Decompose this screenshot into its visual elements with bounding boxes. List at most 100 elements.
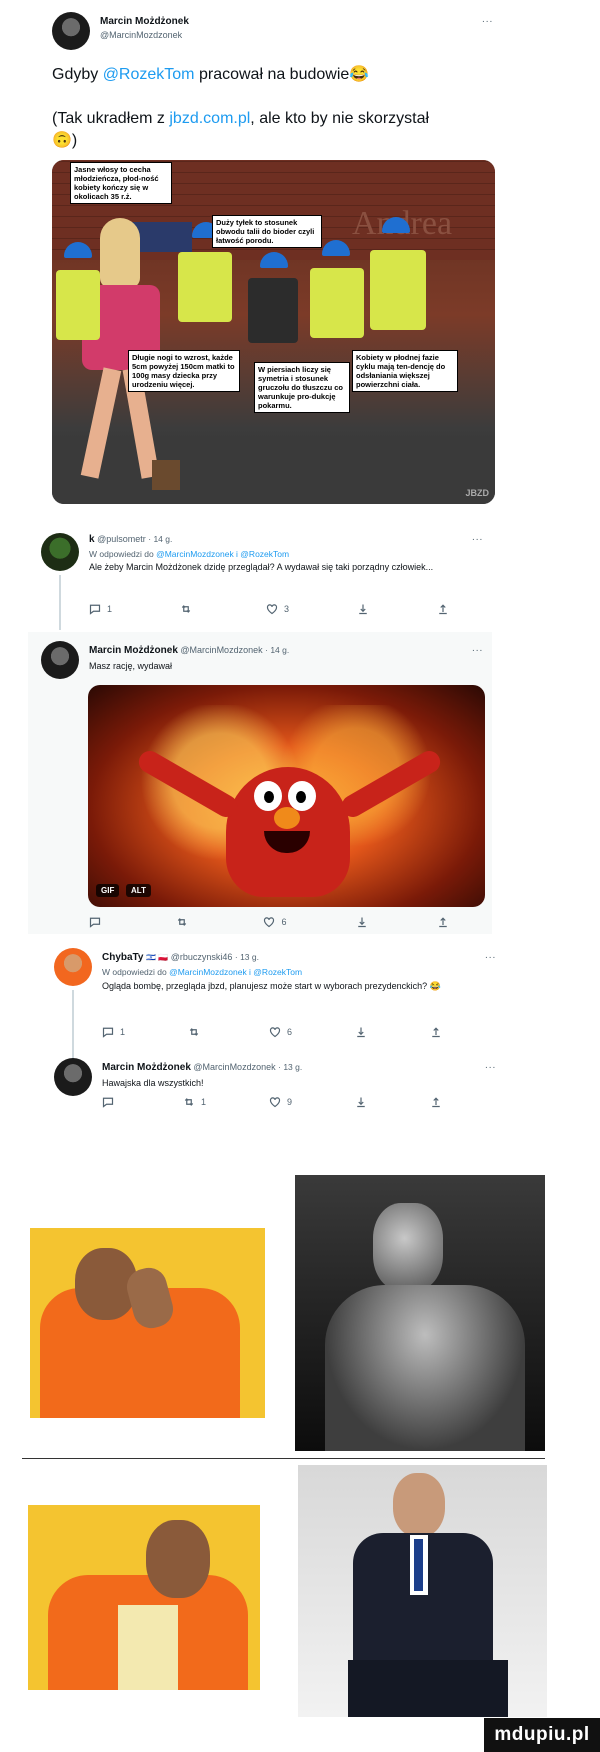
- woman-hair: [100, 218, 140, 288]
- more-options-icon[interactable]: ...: [472, 643, 483, 654]
- more-options-icon[interactable]: ...: [485, 950, 496, 961]
- share-icon: [357, 1097, 365, 1108]
- worker-vest: [248, 278, 298, 343]
- worker-vest: [56, 270, 100, 340]
- reply-header: Marcin Możdżonek @MarcinMozdzonek · 14 g…: [89, 645, 290, 656]
- reply-avatar[interactable]: [54, 948, 92, 986]
- reply-to: W odpowiedzi do @MarcinMozdzonek i @Roze…: [102, 967, 303, 977]
- share-button[interactable]: [355, 1026, 367, 1038]
- author-avatar[interactable]: [52, 12, 90, 50]
- more-options-icon[interactable]: ...: [482, 14, 493, 25]
- thread-line: [72, 990, 74, 1060]
- gif-media[interactable]: GIF ALT: [88, 685, 485, 907]
- sidewalk: [52, 440, 495, 504]
- thread-line: [59, 575, 61, 630]
- caption-fertile: Kobiety w płodnej fazie cyklu mają ten-d…: [352, 350, 458, 392]
- like-button[interactable]: 9: [269, 1096, 292, 1108]
- mention-link[interactable]: @RozekTom: [103, 66, 195, 83]
- author-handle[interactable]: @MarcinMozdzonek: [100, 30, 182, 40]
- reply-text: Ale żeby Marcin Możdżonek dzidę przegląd…: [89, 562, 434, 572]
- site-link[interactable]: jbzd.com.pl: [169, 110, 250, 127]
- caption-breasts: W piersiach liczy się symetria i stosune…: [254, 362, 350, 413]
- share-button[interactable]: [357, 603, 369, 615]
- retweet-button[interactable]: [180, 603, 198, 615]
- reply-button[interactable]: 1: [102, 1026, 125, 1038]
- elmo-nose: [274, 807, 300, 829]
- divider-line: [22, 1458, 545, 1459]
- author-name[interactable]: Marcin Możdżonek: [100, 16, 189, 27]
- retweet-button[interactable]: [188, 1026, 206, 1038]
- upload-icon: [439, 604, 447, 615]
- like-icon: [266, 604, 278, 615]
- share-icon: [359, 604, 367, 615]
- action-bar: 1 9: [102, 1096, 442, 1108]
- alt-badge[interactable]: ALT: [126, 884, 151, 897]
- reply-avatar[interactable]: [41, 533, 79, 571]
- chad-head: [373, 1203, 443, 1291]
- site-watermark: mdupiu.pl: [484, 1718, 600, 1752]
- upload-icon: [432, 1097, 440, 1108]
- tweet-media-image[interactable]: Andrea Jasne włosy to cecha młodzieńcza,…: [52, 160, 495, 504]
- caption-hair: Jasne włosy to cecha młodzieńcza, płod-n…: [70, 162, 172, 204]
- retweet-icon: [184, 1098, 194, 1106]
- drake-reject-panel: [30, 1228, 265, 1418]
- gif-badge: GIF: [96, 884, 120, 897]
- elmo-pupil: [296, 791, 306, 803]
- worker-vest: [310, 268, 364, 338]
- like-button[interactable]: 6: [269, 1026, 292, 1038]
- laugh-emoji-icon: 😂: [429, 981, 441, 991]
- drake-head: [146, 1520, 210, 1598]
- more-options-icon[interactable]: ...: [472, 532, 483, 543]
- man-legs: [348, 1660, 508, 1717]
- share-button[interactable]: [356, 916, 368, 928]
- action-bar: 1 3: [89, 603, 449, 615]
- tweet-text-2: (Tak ukradłem z jbzd.com.pl, ale kto by …: [52, 110, 430, 149]
- man-tie: [414, 1539, 423, 1591]
- reply-header: Marcin Możdżonek @MarcinMozdzonek · 13 g…: [102, 1062, 303, 1073]
- woman-boots: [152, 460, 180, 490]
- like-icon: [269, 1027, 281, 1038]
- like-button[interactable]: 6: [263, 916, 286, 928]
- reply-time[interactable]: 13 g.: [283, 1062, 302, 1072]
- upload-button[interactable]: [430, 1096, 442, 1108]
- like-button[interactable]: 3: [266, 603, 289, 615]
- reply-text: Ogląda bombę, przegląda jbzd, planujesz …: [102, 981, 441, 991]
- retweet-icon: [178, 918, 187, 926]
- retweet-button[interactable]: 1: [183, 1096, 206, 1108]
- reply-icon: [102, 1027, 114, 1038]
- reply-time[interactable]: 13 g.: [240, 952, 259, 962]
- gigachad-panel: [295, 1175, 545, 1451]
- more-options-icon[interactable]: ...: [485, 1060, 496, 1071]
- reply-time[interactable]: 14 g.: [153, 534, 172, 544]
- upload-button[interactable]: [437, 916, 449, 928]
- reply-button[interactable]: [89, 916, 107, 928]
- reply-header: k @pulsometr · 14 g.: [89, 534, 173, 545]
- share-button[interactable]: [355, 1096, 367, 1108]
- upload-button[interactable]: [437, 603, 449, 615]
- man-in-suit-panel: [298, 1465, 547, 1717]
- reply-text: Hawajska dla wszystkich!: [102, 1078, 204, 1088]
- upload-icon: [439, 917, 447, 928]
- reply-button[interactable]: [102, 1096, 120, 1108]
- man-head: [393, 1473, 445, 1537]
- retweet-icon: [181, 605, 191, 613]
- upload-button[interactable]: [430, 1026, 442, 1038]
- action-bar: 1 6: [102, 1026, 442, 1038]
- reply-time[interactable]: 14 g.: [270, 645, 289, 655]
- share-icon: [357, 917, 366, 928]
- reply-avatar[interactable]: [41, 641, 79, 679]
- like-icon: [264, 917, 275, 928]
- reply-button[interactable]: 1: [89, 603, 112, 615]
- drake-shirt: [118, 1605, 178, 1690]
- reply-avatar[interactable]: [54, 1058, 92, 1096]
- drake-approve-panel: [28, 1505, 260, 1690]
- chad-torso: [325, 1285, 525, 1451]
- upside-down-emoji-icon: 🙃: [52, 132, 72, 149]
- caption-legs: Długie nogi to wzrost, każde 5cm powyżej…: [128, 350, 240, 392]
- reply-icon: [89, 604, 101, 615]
- retweet-button[interactable]: [176, 916, 194, 928]
- reply-icon: [102, 1097, 114, 1108]
- image-watermark: JBZD: [465, 488, 489, 498]
- upload-icon: [432, 1027, 440, 1038]
- reply-text: Masz rację, wydawał: [89, 661, 173, 671]
